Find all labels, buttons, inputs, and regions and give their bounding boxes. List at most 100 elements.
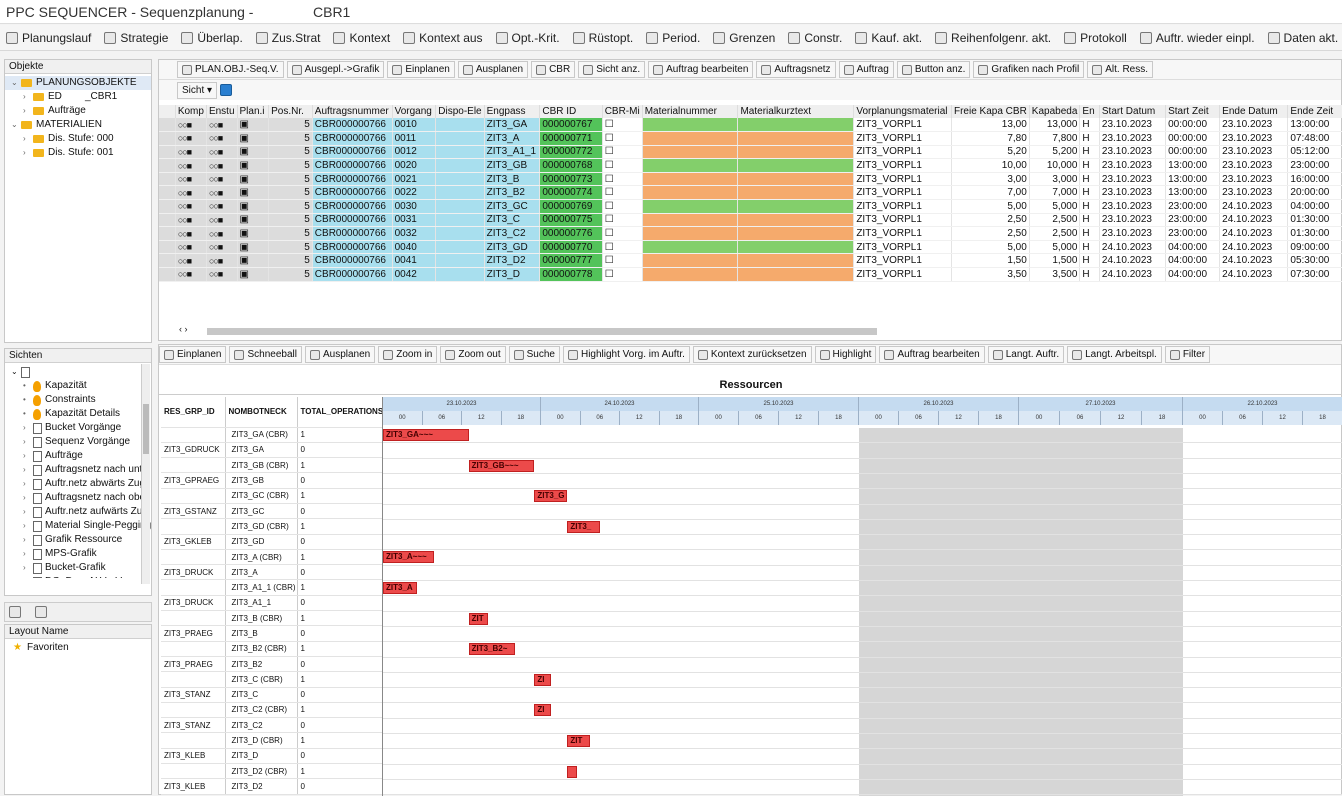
- col-cbr-mi[interactable]: CBR-Mi: [602, 105, 643, 118]
- col-start-zeit[interactable]: Start Zeit: [1165, 105, 1221, 118]
- table-row[interactable]: ○○■ ○○■ ▣ 5 CBR000000766 0031 ZIT3_C 000000775 ☐…: [159, 213, 1342, 228]
- operation-bar[interactable]: ZIT: [567, 735, 591, 747]
- opt-krit-button[interactable]: Opt.-Krit.: [490, 27, 567, 49]
- col-pos-nr[interactable]: Pos.Nr.: [268, 105, 313, 118]
- grafiken-nach-profil-button[interactable]: Grafiken nach Profil: [973, 61, 1085, 78]
- zoom-out-button[interactable]: Zoom out: [440, 346, 506, 363]
- resource-row[interactable]: ZIT3_STANZ ZIT3_C 0: [161, 687, 382, 703]
- col-auftragsnummer[interactable]: Auftragsnummer: [312, 105, 393, 118]
- col-kapabeda[interactable]: Kapabeda: [1029, 105, 1081, 118]
- table-row[interactable]: ○○■ ○○■ ▣ 5 CBR000000766 0010 ZIT3_GA 000000767…: [159, 118, 1342, 133]
- ausplanen-button[interactable]: Ausplanen: [457, 61, 529, 78]
- view-item-material-single-pegging[interactable]: › Material Single-Pegging: [5, 519, 151, 533]
- berlap-button[interactable]: Überlap.: [175, 27, 249, 49]
- resource-row[interactable]: ZIT3_GB (CBR) 1: [161, 457, 382, 474]
- view-item-mps-grafik[interactable]: › MPS-Grafik: [5, 547, 151, 561]
- expand-icon[interactable]: ›: [23, 547, 26, 561]
- kauf-akt-button[interactable]: Kauf. akt.: [849, 27, 929, 49]
- operation-bar[interactable]: ZIT3_GA~~~: [383, 429, 469, 441]
- period-button[interactable]: Period.: [640, 27, 707, 49]
- grid-hscroll[interactable]: ‹ ›: [179, 324, 879, 336]
- table-row[interactable]: ○○■ ○○■ ▣ 5 CBR000000766 0011 ZIT3_A 000000771 ☐…: [159, 131, 1342, 146]
- alt-ress-button[interactable]: Alt. Ress.: [1087, 61, 1154, 78]
- view-dropdown[interactable]: Sicht ▾: [177, 81, 218, 99]
- einplanen-button[interactable]: Einplanen: [387, 61, 455, 78]
- res-col-nombotneck[interactable]: NOMBOTNECK: [225, 397, 298, 428]
- plan-obj-seq-v-button[interactable]: PLAN.OBJ.-Seq.V.: [177, 61, 284, 78]
- table-row[interactable]: ○○■ ○○■ ▣ 5 CBR000000766 0032 ZIT3_C2 000000776…: [159, 226, 1342, 241]
- r-stopt-button[interactable]: Rüstopt.: [567, 27, 641, 49]
- tree-item-planungsobjekte[interactable]: ⌄ PLANUNGSOBJEKTE: [5, 76, 151, 90]
- resource-row[interactable]: ZIT3_GDRUCK ZIT3_GA 0: [161, 442, 382, 459]
- expand-icon[interactable]: ›: [23, 132, 26, 146]
- view-item-constraints[interactable]: • Constraints: [5, 393, 151, 407]
- resource-row[interactable]: ZIT3_GC (CBR) 1: [161, 488, 382, 504]
- delete-icon[interactable]: [35, 606, 47, 618]
- col-engpass[interactable]: Engpass: [484, 105, 541, 118]
- expand-icon[interactable]: ›: [23, 104, 26, 118]
- res-col-total-operations[interactable]: TOTAL_OPERATIONS: [297, 397, 382, 428]
- view-item-bucket-vorg-nge[interactable]: › Bucket Vorgänge: [5, 421, 151, 435]
- col-vorgang[interactable]: Vorgang: [392, 105, 437, 118]
- resource-row[interactable]: ZIT3_GSTANZ ZIT3_GC 0: [161, 503, 382, 520]
- res-col-res-grp-id[interactable]: RES_GRP_ID: [161, 397, 226, 428]
- view-item-grafik-ressource[interactable]: › Grafik Ressource: [5, 533, 151, 547]
- tree-item-ed[interactable]: › ED _CBR1: [5, 90, 151, 104]
- view-item-kapazit-t-details[interactable]: • Kapazität Details: [5, 407, 151, 421]
- tree-item-materialien[interactable]: ⌄ MATERIALIEN: [5, 118, 151, 132]
- resource-row[interactable]: ZIT3_A (CBR) 1: [161, 549, 382, 566]
- col-vorplanungsmaterial[interactable]: Vorplanungsmaterial: [853, 105, 952, 118]
- views-root[interactable]: ⌄: [5, 365, 151, 379]
- zoom-in-button[interactable]: Zoom in: [378, 346, 438, 363]
- operation-bar[interactable]: ZIT: [468, 612, 489, 625]
- resource-row[interactable]: ZIT3_KLEB ZIT3_D 0: [161, 748, 382, 765]
- constr-button[interactable]: Constr.: [782, 27, 849, 49]
- col-komp[interactable]: Komp: [175, 105, 207, 118]
- kontext-button[interactable]: Kontext: [327, 27, 397, 49]
- daten-akt-button[interactable]: Daten akt.: [1262, 27, 1342, 49]
- resource-row[interactable]: ZIT3_GD (CBR) 1: [161, 518, 382, 535]
- col-ende-datum[interactable]: Ende Datum: [1219, 105, 1289, 118]
- sicht-anz-button[interactable]: Sicht anz.: [578, 61, 646, 78]
- view-item-auftr-ge[interactable]: › Aufträge: [5, 449, 151, 463]
- resource-row[interactable]: ZIT3_B2 (CBR) 1: [161, 641, 382, 657]
- expand-icon[interactable]: ›: [23, 435, 26, 449]
- operation-bar[interactable]: ZI: [534, 704, 551, 717]
- resource-row[interactable]: ZIT3_DRUCK ZIT3_A 0: [161, 564, 382, 581]
- resource-row[interactable]: ZIT3_PRAEG ZIT3_B2 0: [161, 656, 382, 673]
- col-materialkurztext[interactable]: Materialkurztext: [737, 105, 855, 118]
- table-row[interactable]: ○○■ ○○■ ▣ 5 CBR000000766 0041 ZIT3_D2 000000777…: [159, 253, 1342, 269]
- langt-arbeitspl-button[interactable]: Langt. Arbeitspl.: [1067, 346, 1162, 363]
- protokoll-button[interactable]: Protokoll: [1058, 27, 1134, 49]
- operation-bar[interactable]: ZIT3_A: [383, 582, 418, 594]
- schneeball-button[interactable]: Schneeball: [229, 346, 302, 363]
- col-plan-i[interactable]: Plan.i: [237, 105, 270, 118]
- expand-icon[interactable]: ›: [23, 463, 26, 477]
- einplanen-button[interactable]: Einplanen: [159, 346, 227, 363]
- resource-row[interactable]: ZIT3_KLEB ZIT3_D2 0: [161, 778, 382, 795]
- auftr-wieder-einpl-button[interactable]: Auftr. wieder einpl.: [1134, 27, 1262, 49]
- expand-icon[interactable]: ›: [23, 519, 26, 533]
- expand-icon[interactable]: ›: [23, 561, 26, 575]
- save-icon[interactable]: [9, 606, 21, 618]
- expand-icon[interactable]: ›: [23, 449, 26, 463]
- cbr-button[interactable]: CBR: [531, 61, 576, 78]
- expand-icon[interactable]: ›: [23, 477, 26, 491]
- operation-bar[interactable]: [567, 765, 578, 778]
- planungslauf-button[interactable]: Planungslauf: [0, 27, 98, 49]
- tree-item-dis-stufe-001[interactable]: › Dis. Stufe: 001: [5, 146, 151, 160]
- table-row[interactable]: ○○■ ○○■ ▣ 5 CBR000000766 0022 ZIT3_B2 000000774…: [159, 185, 1342, 201]
- operation-bar[interactable]: ZIT3_A~~~: [383, 551, 435, 564]
- button-anz-button[interactable]: Button anz.: [896, 61, 971, 78]
- resource-row[interactable]: ZIT3_GPRAEG ZIT3_GB 0: [161, 472, 382, 489]
- table-row[interactable]: ○○■ ○○■ ▣ 5 CBR000000766 0040 ZIT3_GD 000000770…: [159, 240, 1342, 255]
- operation-bar[interactable]: ZIT3_G: [534, 490, 568, 503]
- views-scrollbar[interactable]: [141, 364, 150, 584]
- kontext-zur-cksetzen-button[interactable]: Kontext zurücksetzen: [692, 346, 812, 363]
- operation-bar[interactable]: ZIT3_GB~~~: [468, 459, 535, 472]
- grenzen-button[interactable]: Grenzen: [707, 27, 782, 49]
- expand-icon[interactable]: ⌄: [11, 76, 18, 90]
- col-freie-kapa-cbr[interactable]: Freie Kapa CBR: [951, 105, 1030, 118]
- view-item-sequenz-vorg-nge[interactable]: › Sequenz Vorgänge: [5, 435, 151, 449]
- expand-icon[interactable]: ⌄: [11, 365, 18, 379]
